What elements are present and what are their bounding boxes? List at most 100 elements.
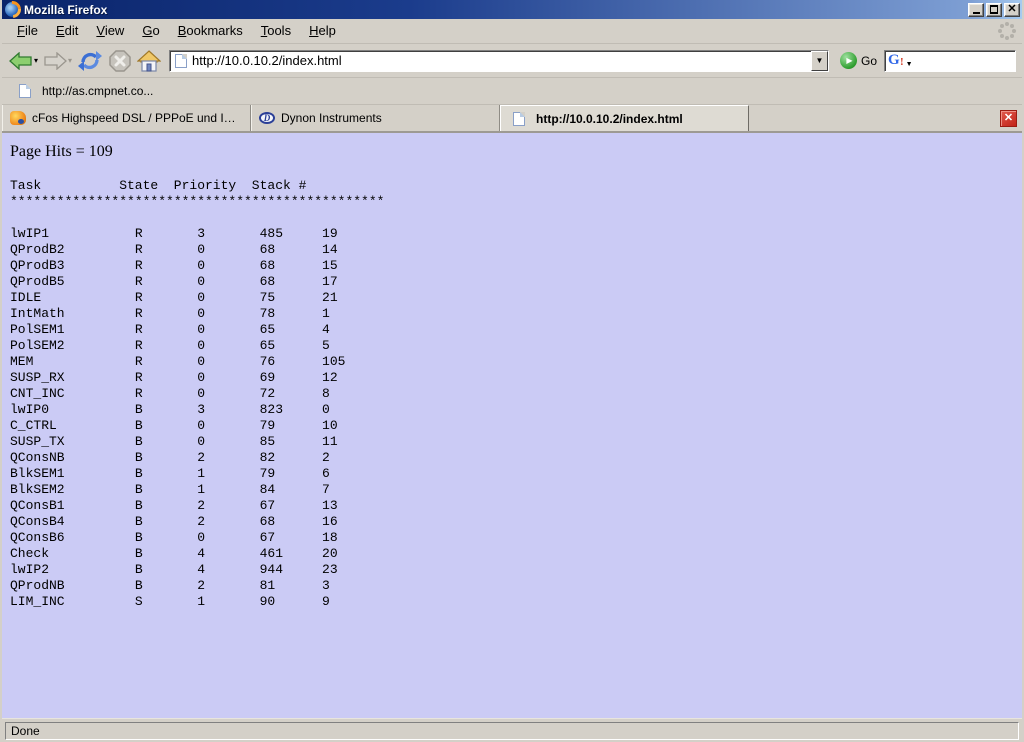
table-row: QProdNBB2813 <box>10 578 1014 594</box>
search-engine-caret[interactable]: ▼ <box>906 61 913 68</box>
task-name: QProdB3 <box>10 258 135 274</box>
table-row: QProdB5R06817 <box>10 274 1014 290</box>
task-stack: 944 <box>260 562 322 578</box>
menu-help[interactable]: Help <box>300 20 345 41</box>
task-priority: 2 <box>197 578 259 594</box>
task-number: 5 <box>322 338 330 354</box>
task-name: SUSP_RX <box>10 370 135 386</box>
menu-go[interactable]: Go <box>133 20 168 41</box>
close-button[interactable]: ✕ <box>1004 3 1020 17</box>
url-dropdown-button[interactable]: ▼ <box>811 51 828 71</box>
task-number: 8 <box>322 386 330 402</box>
table-row: lwIP2B494423 <box>10 562 1014 578</box>
task-state: R <box>135 354 197 370</box>
forward-icon <box>43 52 67 70</box>
page-icon <box>175 54 187 68</box>
table-row: lwIP0B38230 <box>10 402 1014 418</box>
task-priority: 0 <box>197 370 259 386</box>
table-row: BlkSEM1B1796 <box>10 466 1014 482</box>
spacer <box>10 210 1014 226</box>
task-stack: 68 <box>260 242 322 258</box>
task-stack: 82 <box>260 450 322 466</box>
task-number: 6 <box>322 466 330 482</box>
forward-button[interactable]: ▾ <box>42 50 73 72</box>
task-name: QProdB5 <box>10 274 135 290</box>
bookmarks-bar: http://as.cmpnet.co... <box>2 78 1022 105</box>
task-name: LIM_INC <box>10 594 135 610</box>
task-number: 12 <box>322 370 338 386</box>
page-icon <box>19 84 31 98</box>
task-state: B <box>135 498 197 514</box>
menu-view[interactable]: View <box>87 20 133 41</box>
table-row: C_CTRLB07910 <box>10 418 1014 434</box>
task-number: 17 <box>322 274 338 290</box>
task-stack: 68 <box>260 514 322 530</box>
task-name: PolSEM1 <box>10 322 135 338</box>
minimize-icon <box>973 12 980 14</box>
task-name: QProdNB <box>10 578 135 594</box>
menu-edit[interactable]: Edit <box>47 20 87 41</box>
tab-3[interactable]: http://10.0.10.2/index.html <box>500 105 749 131</box>
tab-bar: cFos Highspeed DSL / PPPoE und ISDN CAP.… <box>2 105 1022 133</box>
task-state: B <box>135 562 197 578</box>
task-priority: 0 <box>197 434 259 450</box>
close-tab-button[interactable]: ✕ <box>1000 110 1017 127</box>
menu-file[interactable]: File <box>8 20 47 41</box>
reload-icon <box>77 50 103 72</box>
task-stack: 78 <box>260 306 322 322</box>
back-button[interactable]: ▾ <box>8 50 39 72</box>
task-number: 21 <box>322 290 338 306</box>
task-state: B <box>135 434 197 450</box>
task-number: 11 <box>322 434 338 450</box>
navigation-toolbar: ▾ ▾ <box>2 44 1022 78</box>
reload-button[interactable] <box>76 48 104 74</box>
task-state: B <box>135 578 197 594</box>
task-number: 20 <box>322 546 338 562</box>
task-name: MEM <box>10 354 135 370</box>
throbber-icon <box>996 20 1018 42</box>
task-state: R <box>135 274 197 290</box>
bookmark-item[interactable]: http://as.cmpnet.co... <box>8 82 159 100</box>
tab-1[interactable]: cFos Highspeed DSL / PPPoE und ISDN CAP.… <box>2 105 251 131</box>
column-header: State <box>119 178 174 194</box>
task-priority: 3 <box>197 226 259 242</box>
restore-button[interactable] <box>986 3 1002 17</box>
task-priority: 1 <box>197 482 259 498</box>
task-priority: 2 <box>197 514 259 530</box>
table-header-row: TaskStatePriorityStack # <box>10 178 1014 194</box>
task-name: BlkSEM2 <box>10 482 135 498</box>
task-state: R <box>135 338 197 354</box>
back-dropdown-caret[interactable]: ▾ <box>34 56 38 65</box>
task-state: B <box>135 418 197 434</box>
tab-label: cFos Highspeed DSL / PPPoE und ISDN CAP.… <box>32 111 243 125</box>
task-name: QConsB6 <box>10 530 135 546</box>
task-state: S <box>135 594 197 610</box>
task-stack: 68 <box>260 274 322 290</box>
url-input[interactable] <box>192 53 811 68</box>
table-row: QConsB6B06718 <box>10 530 1014 546</box>
page-content: Page Hits = 109 TaskStatePriorityStack #… <box>2 133 1022 718</box>
search-box[interactable]: G ▼ <box>884 50 1016 72</box>
column-header: Priority <box>174 178 252 194</box>
forward-dropdown-caret[interactable]: ▾ <box>68 56 72 65</box>
url-bar[interactable]: ▼ <box>169 50 829 72</box>
column-header: Task <box>10 178 119 194</box>
task-number: 18 <box>322 530 338 546</box>
tab-label: http://10.0.10.2/index.html <box>536 112 683 126</box>
task-stack: 67 <box>260 498 322 514</box>
minimize-button[interactable] <box>968 3 984 17</box>
home-button[interactable] <box>136 48 162 74</box>
menu-bookmarks[interactable]: Bookmarks <box>169 20 252 41</box>
task-number: 13 <box>322 498 338 514</box>
table-row: QConsB4B26816 <box>10 514 1014 530</box>
task-stack: 68 <box>260 258 322 274</box>
go-button[interactable]: ▶ Go <box>836 50 881 71</box>
task-number: 7 <box>322 482 330 498</box>
status-text: Done <box>5 722 1019 740</box>
menu-tools[interactable]: Tools <box>252 20 300 41</box>
stop-button[interactable] <box>107 48 133 74</box>
task-state: R <box>135 386 197 402</box>
task-name: PolSEM2 <box>10 338 135 354</box>
tab-2[interactable]: DDynon Instruments <box>251 105 500 131</box>
task-number: 105 <box>322 354 345 370</box>
